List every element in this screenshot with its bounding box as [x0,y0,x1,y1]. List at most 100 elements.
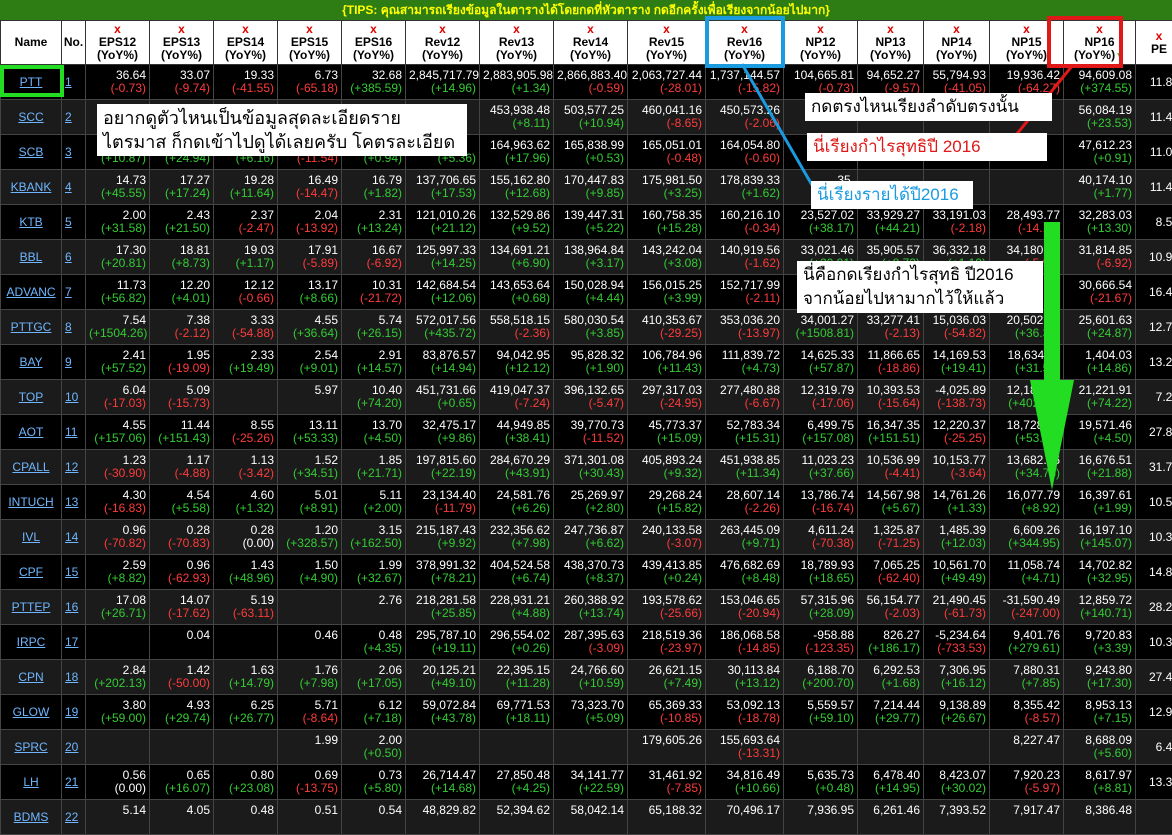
row-number-link[interactable]: 16 [65,600,78,614]
row-number-link[interactable]: 5 [65,215,72,229]
cell-change [787,747,854,760]
column-header-rev12[interactable]: xRev12(YoY%) [406,21,480,65]
cell-change: (-8.65) [631,117,702,130]
column-header-rev15[interactable]: xRev15(YoY%) [628,21,706,65]
cell-change: (+32.67) [345,572,402,585]
data-cell: 8,227.47 [990,730,1064,765]
cell-change: (-8.64) [281,712,338,725]
cell-change: (-5.97) [993,782,1060,795]
cell-value: 179,605.26 [631,734,702,747]
cell-change: (+45.55) [89,187,146,200]
cell-value [153,734,210,747]
stock-link[interactable]: LH [23,775,38,789]
remove-column-x[interactable]: x [1064,23,1135,36]
column-sublabel: (YoY%) [289,48,330,62]
cell-value: 8,227.47 [993,734,1060,747]
cell-change: (-14.15) [993,222,1060,235]
row-number-link[interactable]: 15 [65,565,78,579]
data-cell: 16,676.51(+21.88) [1064,450,1136,485]
column-header-name[interactable]: Name [1,21,62,65]
stock-link[interactable]: KTB [19,215,42,229]
row-number-link[interactable]: 9 [65,355,72,369]
column-header-eps13[interactable]: xEPS13(YoY%) [150,21,214,65]
column-header-rev16[interactable]: xRev16(YoY%) [706,21,784,65]
stock-name-cell: INTUCH [1,485,62,520]
stock-link[interactable]: BAY [19,355,42,369]
stock-name-cell: SCC [1,100,62,135]
data-cell: 7.54(+1504.26) [86,310,150,345]
row-number-link[interactable]: 8 [65,320,72,334]
row-number-link[interactable]: 17 [65,635,78,649]
stock-link[interactable]: SCC [18,110,43,124]
cell-change: (+78.21) [409,572,476,585]
cell-change: (+36.36) [993,327,1060,340]
stock-link[interactable]: SCB [19,145,44,159]
column-header-eps16[interactable]: xEPS16(YoY%) [342,21,406,65]
cell-change: (+31.51) [993,362,1060,375]
stock-link[interactable]: INTUCH [8,495,53,509]
cell-change: (+38.41) [483,432,550,445]
column-header-eps14[interactable]: xEPS14(YoY%) [214,21,278,65]
column-header-np16[interactable]: xNP16(YoY%)▼ [1064,21,1136,65]
stock-link[interactable]: ADVANC [6,285,55,299]
row-number-link[interactable]: 1 [65,75,72,89]
column-header-np14[interactable]: xNP14(YoY%) [924,21,990,65]
stock-link[interactable]: AOT [19,425,44,439]
row-number-link[interactable]: 11 [65,425,77,439]
column-header-rev13[interactable]: xRev13(YoY%) [480,21,554,65]
stock-link[interactable]: CPN [18,670,43,684]
cell-change: (+17.30) [1067,677,1132,690]
stock-link[interactable]: PTTGC [11,320,52,334]
column-header-pe[interactable]: xPE [1136,21,1172,65]
stock-link[interactable]: CPF [19,565,43,579]
stock-link[interactable]: SPRC [14,740,47,754]
row-number-link[interactable]: 14 [65,530,78,544]
data-cell: 9,720.83(+3.39) [1064,625,1136,660]
stock-link[interactable]: PTT [20,75,43,89]
column-header-no-[interactable]: No. [62,21,86,65]
stock-link[interactable]: PTTEP [12,600,51,614]
data-cell: 284,670.29(+43.91) [480,450,554,485]
row-number-link[interactable]: 20 [65,740,78,754]
row-number-cell: 20 [62,730,86,765]
table-row: BAY92.41(+57.52)1.95(-19.09)2.33(+19.49)… [1,345,1172,380]
row-number-link[interactable]: 7 [65,285,72,299]
cell-change: (-41.55) [217,82,274,95]
column-header-np13[interactable]: xNP13(YoY%) [858,21,924,65]
stock-link[interactable]: IVL [22,530,40,544]
pe-cell: 10.95 [1136,240,1172,275]
pe-cell: 16.43 [1136,275,1172,310]
column-header-np15[interactable]: xNP15(YoY%) [990,21,1064,65]
stock-link[interactable]: CPALL [12,460,49,474]
column-header-eps15[interactable]: xEPS15(YoY%) [278,21,342,65]
column-header-eps12[interactable]: xEPS12(YoY%) [86,21,150,65]
row-number-link[interactable]: 4 [65,180,72,194]
cell-change: (-62.93) [153,572,210,585]
column-header-rev14[interactable]: xRev14(YoY%) [554,21,628,65]
column-header-np12[interactable]: xNP12(YoY%) [784,21,858,65]
row-number-link[interactable]: 18 [65,670,78,684]
row-number-link[interactable]: 21 [65,775,78,789]
stock-link[interactable]: KBANK [11,180,52,194]
stock-link[interactable]: TOP [19,390,43,404]
data-cell: 32.68(+385.59) [342,65,406,100]
cell-change: (+3.17) [557,257,624,270]
row-number-link[interactable]: 13 [65,495,78,509]
data-cell: 39,770.73(-11.52) [554,415,628,450]
remove-column-x[interactable]: x [1136,30,1172,43]
stock-link[interactable]: IRPC [17,635,46,649]
data-cell: 14.07(-17.62) [150,590,214,625]
row-number-link[interactable]: 12 [65,460,78,474]
row-number-link[interactable]: 3 [65,145,72,159]
row-number-link[interactable]: 2 [65,110,72,124]
row-number-link[interactable]: 10 [65,390,78,404]
cell-change: (-11.52) [557,432,624,445]
row-number-link[interactable]: 19 [65,705,78,719]
data-cell: 143,242.04(+3.08) [628,240,706,275]
row-number-link[interactable]: 6 [65,250,72,264]
stock-link[interactable]: BBL [20,250,43,264]
cell-change: (-13.75) [281,782,338,795]
cell-change: (-50.00) [153,677,210,690]
data-cell: 3.33(-54.88) [214,310,278,345]
stock-link[interactable]: GLOW [13,705,50,719]
